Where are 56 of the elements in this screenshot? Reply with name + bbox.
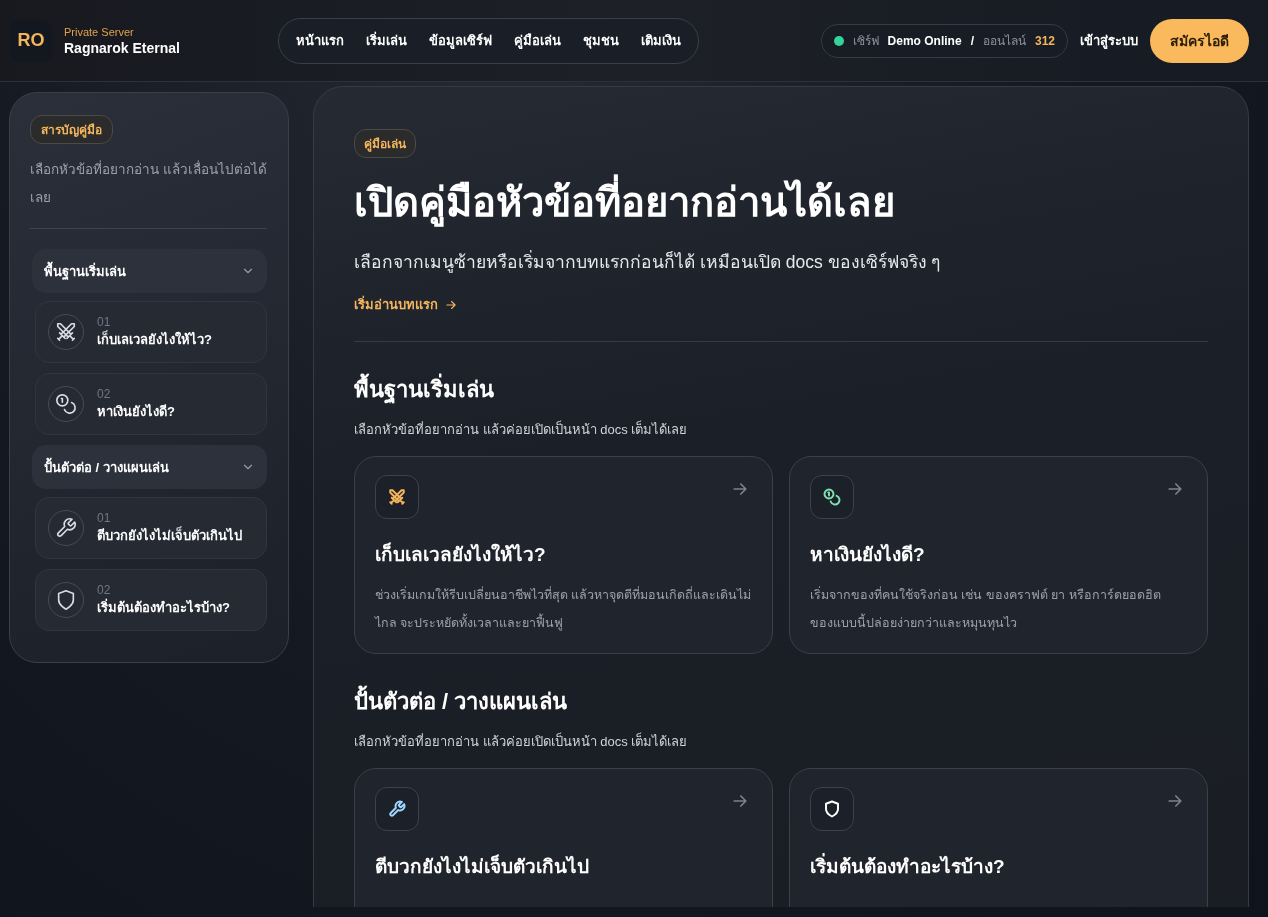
- crossed-swords-icon: [55, 321, 77, 343]
- card-title: เริ่มต้นต้องทำอะไรบ้าง?: [810, 851, 1187, 881]
- guide-card[interactable]: เก็บเลเวลยังไงให้ไว? ช่วงเริ่มเกมให้รีบเปลี่ยนอาชีพไวที่สุด แล้วหาจุดตีที่มอนเกิดถี่และเดินไม่ไกล จะประหยัดทั้งเวลาและยาฟื้นฟู: [354, 456, 773, 654]
- page-badge: คู่มือเล่น: [354, 129, 416, 158]
- card-title: เก็บเลเวลยังไงให้ไว?: [375, 541, 547, 567]
- login-link[interactable]: เข้าสู่ระบบ: [1080, 30, 1138, 51]
- section-subtitle: เลือกหัวข้อที่อยากอ่าน แล้วค่อยเปิดเป็นหน้า docs เต็มได้เลย: [354, 731, 689, 751]
- item-number: 01: [97, 314, 112, 329]
- item-title: เก็บเลเวลยังไงให้ไว?: [97, 329, 212, 349]
- page-subtitle: เลือกจากเมนูซ้ายหรือเริ่มจากบทแรกก่อนก็ได้ เหมือนเปิด docs ของเซิร์ฟจริง ๆ: [354, 249, 942, 275]
- logo-badge[interactable]: RO: [10, 19, 52, 62]
- coins-icon: [55, 393, 77, 415]
- section-title: ปั้นตัวต่อ / วางแผนเล่น: [354, 684, 1208, 719]
- toc-item[interactable]: 01 ตีบวกยังไงไม่เจ็บตัวเกินไป: [35, 497, 267, 559]
- card-title: หาเงินยังไงดี?: [810, 543, 926, 567]
- nav-link[interactable]: คู่มือเล่น: [503, 22, 572, 59]
- brand-subtitle: Private Server: [64, 25, 135, 38]
- register-button[interactable]: สมัครไอดี: [1150, 18, 1249, 63]
- toc-item[interactable]: 02 หาเงินยังไงดี?: [35, 373, 267, 435]
- status-value: Demo Online: [887, 33, 962, 48]
- players-label: ออนไลน์: [982, 33, 1026, 50]
- page-title: เปิดคู่มือหัวข้อที่อยากอ่านได้เลย: [354, 170, 1208, 234]
- item-number: 01: [97, 510, 112, 525]
- brand-name: Ragnarok Eternal: [64, 39, 180, 56]
- group-title: ปั้นตัวต่อ / วางแผนเล่น: [44, 456, 169, 477]
- card-description: เริ่มจากของที่คนใช้จริงก่อน เช่น ของคราฟต์ ยา หรือการ์ดยอดฮิต ของแบบนี้ปล่อยง่ายกว่าและหมุนทุนไว: [810, 585, 1162, 633]
- toc-item[interactable]: 02 เริ่มต้นต้องทำอะไรบ้าง?: [35, 569, 267, 631]
- group-title: พื้นฐานเริ่มเล่น: [44, 260, 126, 282]
- nav-link[interactable]: เริ่มเล่น: [355, 22, 418, 59]
- item-number: 02: [97, 582, 112, 597]
- group-header[interactable]: พื้นฐานเริ่มเล่น: [32, 249, 267, 293]
- card-title: ตีบวกยังไงไม่เจ็บตัวเกินไป: [375, 853, 590, 879]
- card-description: ช่วงเริ่มเกมให้รีบเปลี่ยนอาชีพไวที่สุด แล้วหาจุดตีที่มอนเกิดถี่และเดินไม่ไกล จะประหยัดทั้งเวลาและยาฟื้นฟู: [375, 585, 752, 633]
- toc-item[interactable]: 01 เก็บเลเวลยังไงให้ไว?: [35, 301, 267, 363]
- nav-link[interactable]: หน้าแรก: [285, 22, 355, 59]
- item-title: เริ่มต้นต้องทำอะไรบ้าง?: [97, 597, 230, 617]
- nav-link[interactable]: ข้อมูลเซิร์ฟ: [418, 22, 503, 59]
- section-title: พื้นฐานเริ่มเล่น: [354, 372, 1208, 407]
- section-subtitle: เลือกหัวข้อที่อยากอ่าน แล้วค่อยเปิดเป็นหน้า docs เต็มได้เลย: [354, 419, 689, 439]
- shield-icon: [55, 589, 77, 611]
- status-label: เซิร์ฟ: [852, 33, 879, 50]
- guide-card[interactable]: เริ่มต้นต้องทำอะไรบ้าง?: [789, 768, 1208, 907]
- group-header[interactable]: ปั้นตัวต่อ / วางแผนเล่น: [32, 445, 267, 489]
- item-title: ตีบวกยังไงไม่เจ็บตัวเกินไป: [97, 525, 242, 545]
- separator: /: [970, 33, 974, 48]
- wrench-icon: [55, 517, 77, 539]
- toc-hint: เลือกหัวข้อที่อยากอ่าน แล้วเลื่อนไปต่อได้เลย: [30, 159, 267, 207]
- guide-card[interactable]: หาเงินยังไงดี? เริ่มจากของที่คนใช้จริงก่อน เช่น ของคราฟต์ ยา หรือการ์ดยอดฮิต ของแบบนี้ปล่อยง่ายกว่าและหมุนทุนไว: [789, 456, 1208, 654]
- guide-card[interactable]: ตีบวกยังไงไม่เจ็บตัวเกินไป: [354, 768, 773, 907]
- toc-badge: สารบัญคู่มือ: [30, 115, 113, 144]
- nav-link[interactable]: เติมเงิน: [630, 22, 692, 59]
- start-reading-link[interactable]: เริ่มอ่านบทแรก: [354, 294, 458, 315]
- item-number: 02: [97, 386, 112, 401]
- nav-link[interactable]: ชุมชน: [572, 22, 630, 59]
- players-count: 312: [1034, 33, 1055, 48]
- item-title: หาเงินยังไงดี?: [97, 402, 175, 421]
